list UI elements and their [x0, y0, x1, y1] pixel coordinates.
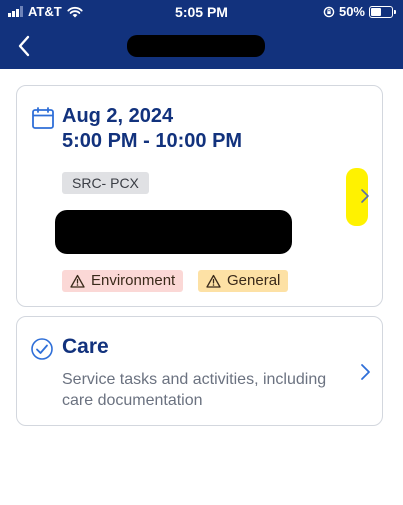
tag-environment: Environment — [62, 270, 184, 292]
chevron-left-icon — [18, 35, 30, 57]
care-title: Care — [62, 335, 109, 358]
chevron-right-icon[interactable] — [360, 188, 370, 204]
warning-icon — [206, 274, 221, 288]
care-card[interactable]: Care Service tasks and activities, inclu… — [16, 316, 383, 426]
tag-general: General — [198, 270, 289, 292]
back-button[interactable] — [12, 34, 36, 58]
care-description: Service tasks and activities, including … — [62, 371, 327, 409]
shift-card[interactable]: Aug 2, 2024 5:00 PM - 10:00 PM SRC- PCX … — [16, 85, 383, 307]
page-title-redacted — [127, 35, 265, 57]
shift-time-range: 5:00 PM - 10:00 PM — [62, 130, 243, 152]
shift-code-badge: SRC- PCX — [62, 172, 149, 194]
check-circle-icon — [31, 338, 53, 360]
battery-icon — [369, 5, 396, 18]
tag-label: General — [227, 272, 281, 289]
calendar-icon — [32, 107, 54, 129]
tag-label: Environment — [91, 272, 176, 289]
app-header: AT&T 5:05 PM 50% — [0, 0, 403, 69]
battery-percent: 50% — [338, 4, 365, 19]
client-name-redacted — [55, 210, 292, 254]
status-bar: AT&T 5:05 PM 50% — [0, 0, 403, 24]
status-right: 50% — [323, 4, 396, 19]
shift-date: Aug 2, 2024 — [62, 105, 174, 127]
orientation-lock-icon — [323, 6, 335, 17]
chevron-right-icon[interactable] — [359, 363, 371, 381]
warning-icon — [70, 274, 85, 288]
